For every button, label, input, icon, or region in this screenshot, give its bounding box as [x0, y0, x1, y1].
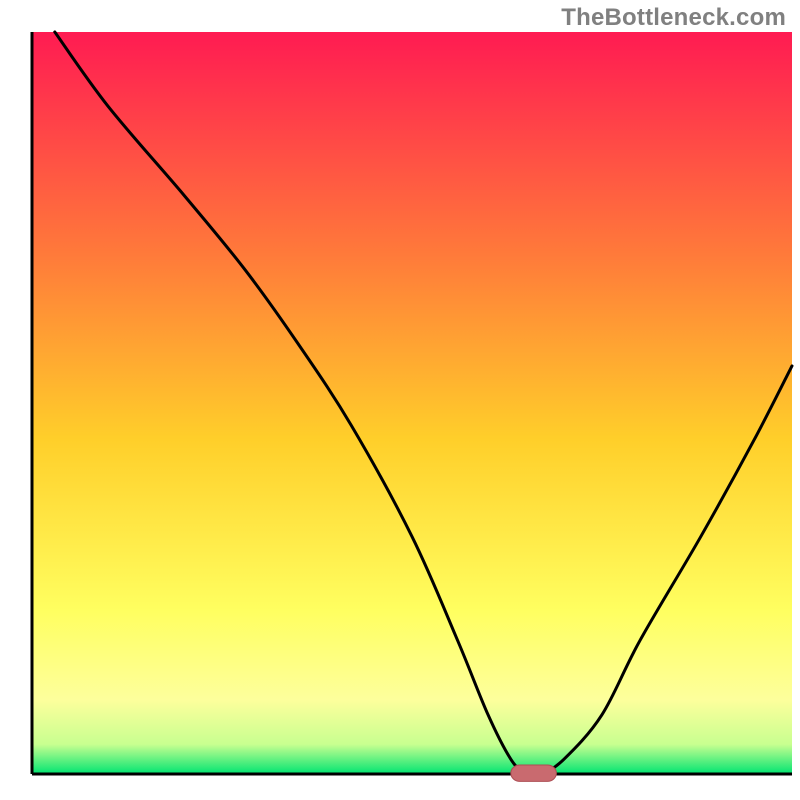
- optimal-marker: [511, 765, 557, 781]
- chart-container: TheBottleneck.com: [0, 0, 800, 800]
- watermark-text: TheBottleneck.com: [561, 4, 786, 32]
- bottleneck-chart: [0, 0, 800, 800]
- plot-background: [32, 32, 792, 774]
